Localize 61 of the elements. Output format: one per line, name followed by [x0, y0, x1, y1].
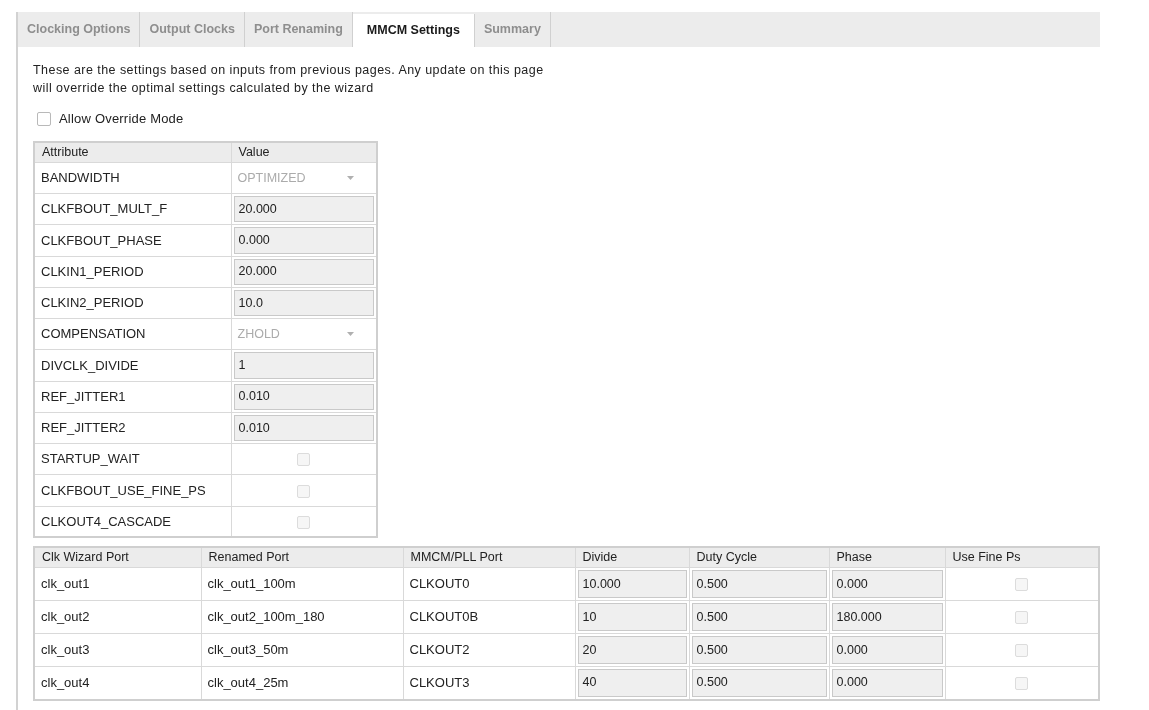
- checkbox[interactable]: [37, 112, 51, 126]
- checkbox[interactable]: [297, 453, 311, 467]
- attribute-cell: DIVCLK_DIVIDE: [34, 349, 231, 381]
- value-field[interactable]: 0.500: [691, 570, 827, 598]
- checkbox[interactable]: [1015, 578, 1029, 592]
- checkbox[interactable]: [297, 484, 311, 498]
- table-cell: CLKOUT0B: [403, 600, 575, 634]
- column-header: Attribute: [34, 142, 231, 163]
- value-field[interactable]: 0.000: [831, 636, 943, 664]
- value-field[interactable]: 10.000: [577, 570, 687, 598]
- table-cell: clk_out3_50m: [201, 633, 403, 667]
- attribute-cell: STARTUP_WAIT: [34, 443, 231, 475]
- attribute-cell: COMPENSATION: [34, 318, 231, 350]
- value-field[interactable]: 0.500: [691, 669, 827, 697]
- checkbox[interactable]: [297, 515, 311, 529]
- value-field[interactable]: 1: [233, 352, 374, 379]
- table-cell: clk_out2_100m_180: [201, 600, 403, 634]
- attribute-cell: CLKFBOUT_MULT_F: [34, 193, 231, 225]
- column-header: Duty Cycle: [689, 547, 829, 568]
- table-cell: clk_out3: [34, 633, 201, 667]
- checkbox-label: Allow Override Mode: [59, 110, 184, 129]
- value-field[interactable]: 20.000: [233, 258, 374, 285]
- column-header: Phase: [829, 547, 945, 568]
- value-field[interactable]: 10: [577, 603, 687, 631]
- column-header: Divide: [575, 547, 689, 568]
- attribute-cell: CLKFBOUT_PHASE: [34, 224, 231, 256]
- value-field[interactable]: 180.000: [831, 603, 943, 631]
- caret-icon: [347, 332, 354, 337]
- value-field[interactable]: 0.500: [691, 603, 827, 631]
- caret-icon: [347, 175, 354, 180]
- checkbox[interactable]: [1015, 644, 1029, 658]
- value-field[interactable]: 0.010: [233, 414, 374, 441]
- value-field[interactable]: 40: [577, 669, 687, 697]
- attribute-cell: BANDWIDTH: [34, 162, 231, 194]
- column-header: Clk Wizard Port: [34, 547, 201, 568]
- table-cell: CLKOUT0: [403, 567, 575, 601]
- value-field[interactable]: 20.000: [233, 196, 374, 223]
- column-header: Renamed Port: [201, 547, 403, 568]
- tab[interactable]: MMCM Settings: [352, 14, 475, 47]
- value-field[interactable]: 10.0: [233, 289, 374, 316]
- table-cell: clk_out1: [34, 567, 201, 601]
- attribute-cell: REF_JITTER1: [34, 381, 231, 413]
- column-header: Value: [231, 142, 377, 163]
- value-field[interactable]: 0.000: [831, 669, 943, 697]
- attribute-cell: REF_JITTER2: [34, 412, 231, 444]
- value-field[interactable]: 0.000: [233, 227, 374, 254]
- value-field[interactable]: 0.010: [233, 383, 374, 410]
- column-header: MMCM/PLL Port: [403, 547, 575, 568]
- table-cell: clk_out1_100m: [201, 567, 403, 601]
- table-cell: clk_out2: [34, 600, 201, 634]
- attribute-cell: CLKIN1_PERIOD: [34, 256, 231, 288]
- attribute-cell: CLKIN2_PERIOD: [34, 287, 231, 319]
- checkbox[interactable]: [1015, 611, 1029, 625]
- value-field[interactable]: 0.000: [831, 570, 943, 598]
- value-field[interactable]: 0.500: [691, 636, 827, 664]
- attribute-cell: CLKFBOUT_USE_FINE_PS: [34, 474, 231, 506]
- value-field[interactable]: 20: [577, 636, 687, 664]
- table-cell: CLKOUT2: [403, 633, 575, 667]
- checkbox[interactable]: [1015, 677, 1029, 691]
- column-header: Use Fine Ps: [945, 547, 1099, 568]
- description-text: These are the settings based on inputs from previous pages. Any update on this page will override the optimal settings calculated by the wizard: [33, 62, 545, 97]
